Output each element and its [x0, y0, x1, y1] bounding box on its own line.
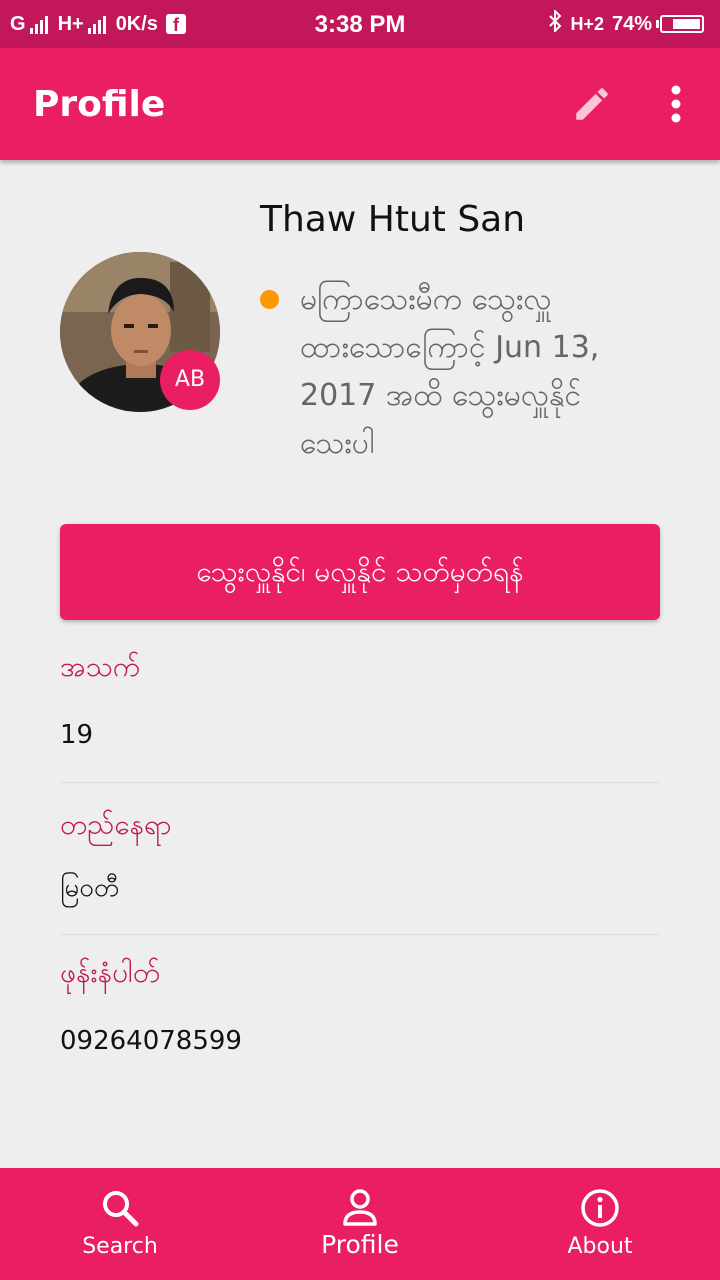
nav-profile[interactable]: Profile	[240, 1168, 480, 1280]
age-value: 19	[60, 720, 94, 750]
bluetooth-icon	[548, 8, 562, 38]
app-bar: Profile	[0, 48, 720, 160]
divider	[60, 934, 660, 935]
status-line: မကြာသေးမီက သွေးလှူ	[300, 282, 552, 317]
profile-name: Thaw Htut San	[260, 199, 526, 240]
person-icon	[343, 1189, 377, 1226]
bottom-navigation: Search Profile About	[0, 1168, 720, 1280]
battery-percent: 74%	[611, 12, 652, 35]
more-vertical-icon	[671, 85, 681, 123]
status-indicator	[260, 290, 279, 309]
set-availability-button[interactable]: သွေးလှူနိုင်၊ မလှူနိုင် သတ်မှတ်ရန်	[60, 524, 660, 620]
search-icon	[103, 1191, 139, 1227]
nav-about[interactable]: About	[480, 1168, 720, 1280]
nav-search-label: Search	[82, 1234, 158, 1259]
donation-status-text: မကြာသေးမီက သွေးလှူ ထားသောကြောင့် Jun 13,…	[300, 276, 680, 468]
nav-about-label: About	[567, 1234, 633, 1259]
pencil-icon	[576, 88, 608, 120]
location-label: တည်နေရာ	[60, 808, 172, 841]
nav-profile-label: Profile	[321, 1230, 399, 1259]
initials-badge: AB	[160, 350, 220, 410]
status-line: ထားသောကြောင့် Jun 13,	[300, 330, 600, 365]
page-title: Profile	[33, 84, 166, 125]
more-options-button[interactable]	[652, 76, 700, 132]
location-value: မြဝတီ	[60, 873, 120, 903]
status-bar-right: H+2 74%	[548, 0, 704, 48]
info-icon	[581, 1189, 619, 1227]
battery-icon	[656, 15, 704, 33]
edit-button[interactable]	[564, 76, 620, 132]
phone-value: 09264078599	[60, 1026, 242, 1056]
network-type-label: H+2	[570, 13, 604, 34]
status-line: 2017 အထိ သွေးမလှူနိုင်	[300, 378, 582, 413]
status-bar: G H+ 0K/s f 3:38 PM H+2 74%	[0, 0, 720, 48]
status-line: သေးပါ	[300, 426, 375, 461]
age-label: အသက်	[60, 650, 141, 683]
phone-label: ဖုန်းနံပါတ်	[60, 956, 161, 989]
nav-search[interactable]: Search	[0, 1168, 240, 1280]
divider	[60, 782, 660, 783]
